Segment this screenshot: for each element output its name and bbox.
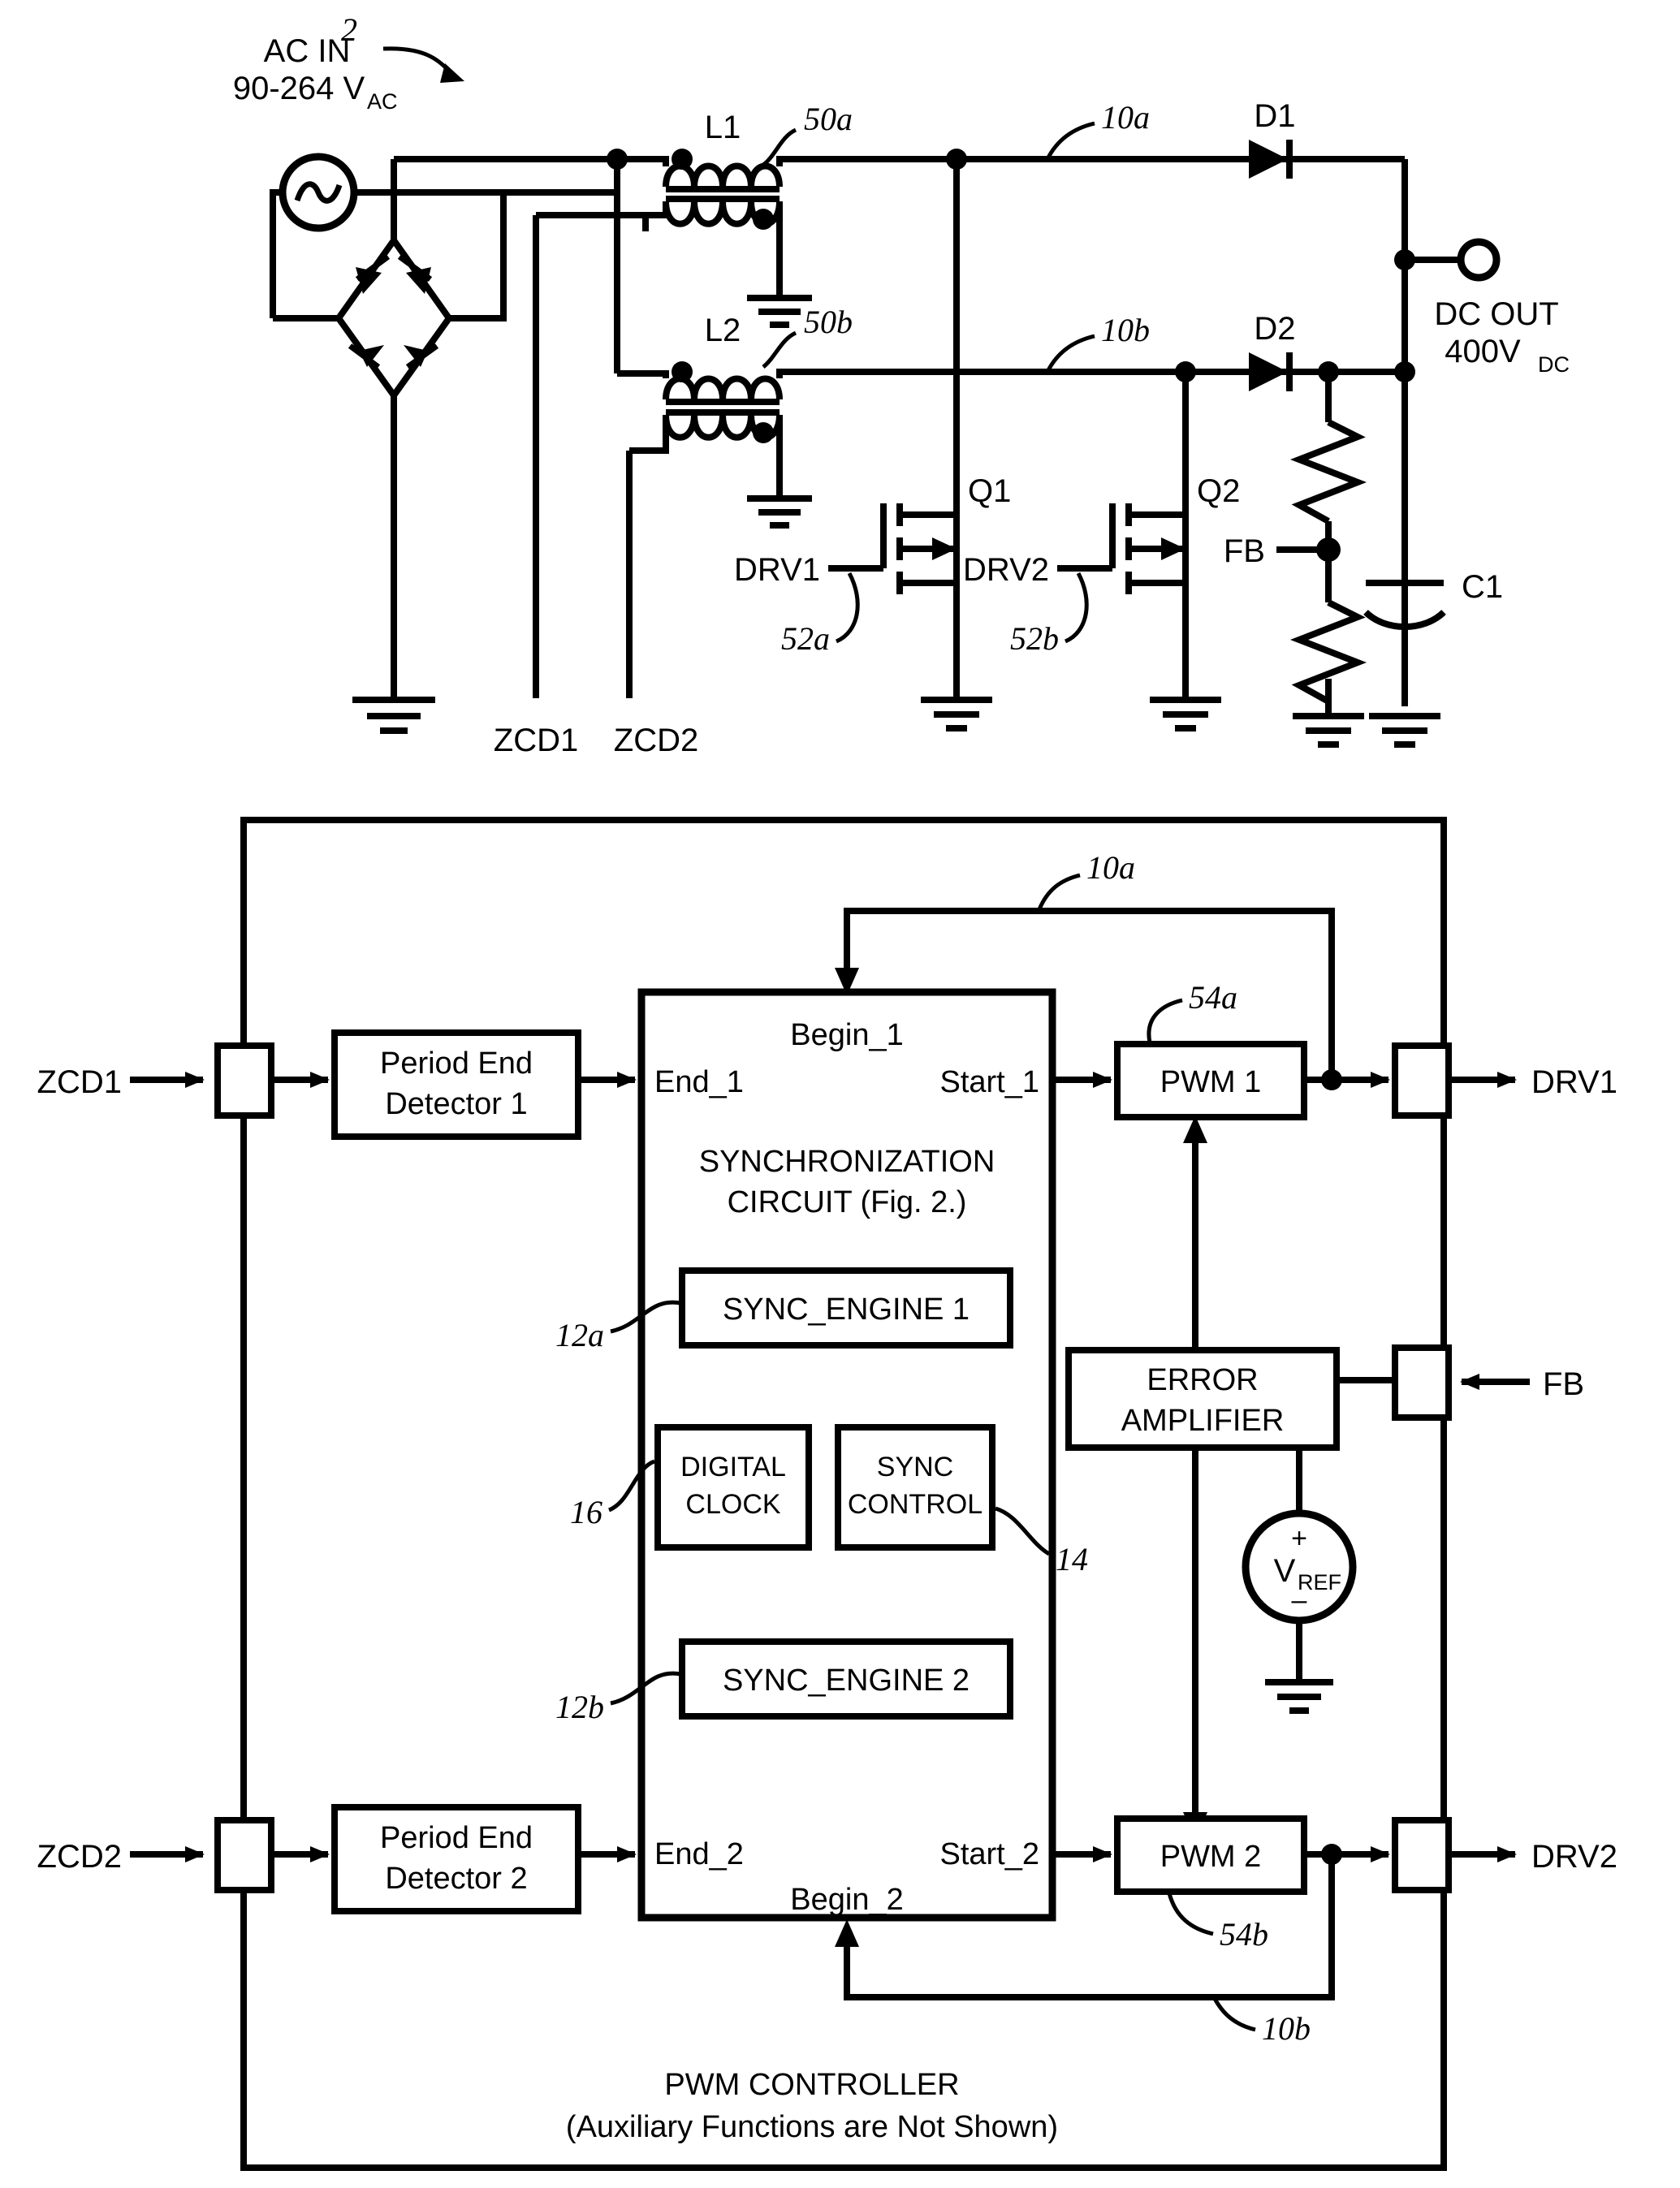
pin-pad-zcd2[interactable]: [214, 1817, 274, 1893]
pwm-controller-caption-line1: PWM CONTROLLER: [664, 2068, 959, 2102]
digital-clock-ref: 16: [570, 1494, 602, 1530]
junction-dot-10a: [946, 149, 967, 170]
fb-label: FB: [1224, 533, 1265, 569]
l2-secondary-dot-marker: [753, 422, 774, 443]
dc-out-terminal: [1457, 238, 1501, 282]
sync-control-ref: 14: [1056, 1541, 1088, 1577]
node-10b-label: 10b: [1101, 312, 1150, 348]
ac-source-icon: [279, 153, 358, 232]
ac-in-voltage: 90-264 V: [233, 71, 365, 106]
pin-label-zcd2: ZCD2: [37, 1839, 122, 1875]
pin-pad-fb[interactable]: [1392, 1344, 1452, 1421]
drv1-label-power: DRV1: [734, 552, 820, 588]
l1-dot-marker: [672, 149, 693, 170]
pwm-1-ref: 54a: [1189, 979, 1237, 1016]
detector1-label-line2: Detector 1: [385, 1087, 527, 1121]
l2-label: L2: [705, 313, 741, 348]
pin-pad-drv2[interactable]: [1392, 1817, 1452, 1893]
pin-label-zcd1: ZCD1: [37, 1064, 122, 1100]
end-2-port-label: End_2: [654, 1837, 744, 1871]
l1-secondary-dot-marker: [753, 209, 774, 230]
vref-minus-sign: –: [1292, 1585, 1307, 1616]
zcd1-label: ZCD1: [494, 723, 578, 758]
digital-clock-label-line1: DIGITAL: [680, 1452, 786, 1482]
zcd2-label: ZCD2: [614, 723, 698, 758]
digital-clock-block[interactable]: [654, 1424, 812, 1551]
d1-label: D1: [1254, 98, 1295, 134]
junction-dot-out: [1394, 249, 1415, 270]
c1-label: C1: [1462, 569, 1503, 605]
sync-engine-1-ref: 12a: [555, 1317, 604, 1353]
node-10a-label: 10a: [1101, 99, 1150, 136]
pwm-controller-caption-line2: (Auxiliary Functions are Not Shown): [566, 2110, 1058, 2144]
begin-2-port-label: Begin_2: [790, 1883, 903, 1917]
pin-pad-zcd1[interactable]: [214, 1042, 274, 1119]
l2-dot-marker: [672, 361, 693, 382]
vref-main: V: [1274, 1553, 1296, 1589]
q1-ref-label: 52a: [781, 620, 830, 657]
sync-control-label-line2: CONTROL: [848, 1489, 983, 1520]
sync-control-label-line1: SYNC: [877, 1452, 953, 1482]
d2-label: D2: [1254, 311, 1295, 347]
junction-dot-cap-top: [1394, 361, 1415, 382]
detector1-label-line1: Period End: [380, 1047, 533, 1081]
sync-control-block[interactable]: [835, 1424, 995, 1551]
end-1-port-label: End_1: [654, 1065, 744, 1099]
l2-ref-label: 50b: [804, 304, 853, 340]
drv2-label-power: DRV2: [963, 552, 1049, 588]
pin-label-drv1: DRV1: [1531, 1064, 1617, 1100]
sync-engine-2-label: SYNC_ENGINE 2: [723, 1664, 970, 1698]
error-amplifier-label-line2: AMPLIFIER: [1121, 1404, 1285, 1438]
ac-in-voltage-subscript: AC: [367, 89, 398, 114]
q2-ref-label: 52b: [1010, 620, 1059, 657]
dc-out-voltage: 400V: [1445, 334, 1521, 369]
l1-label: L1: [705, 110, 741, 145]
junction-dot-10b: [1175, 361, 1196, 382]
pin-label-fb: FB: [1543, 1366, 1584, 1402]
pin-pad-drv1[interactable]: [1392, 1042, 1452, 1119]
pwm-2-ref: 54b: [1220, 1916, 1268, 1953]
detector2-label-line2: Detector 2: [385, 1862, 527, 1896]
start-1-port-label: Start_1: [939, 1065, 1039, 1099]
q1-label: Q1: [968, 473, 1011, 509]
sync-circuit-title-line2: CIRCUIT (Fig. 2.): [728, 1185, 967, 1219]
q2-label: Q2: [1197, 473, 1240, 509]
digital-clock-label-line2: CLOCK: [685, 1489, 780, 1520]
dc-out-voltage-subscript: DC: [1538, 352, 1570, 377]
ac-in-label-line1: AC IN: [264, 33, 351, 69]
patent-figure: 2 AC IN 90-264 V AC ZCD1 ZCD2 L1 50a L2 …: [0, 0, 1680, 2188]
dc-out-label-line1: DC OUT: [1434, 296, 1558, 332]
pwm-1-label: PWM 1: [1160, 1065, 1262, 1099]
vref-plus-sign: +: [1291, 1523, 1307, 1554]
feedback-10a-label: 10a: [1086, 849, 1135, 886]
pin-label-drv2: DRV2: [1531, 1839, 1617, 1875]
junction-dot-fb: [1316, 537, 1341, 562]
begin-1-port-label: Begin_1: [790, 1018, 903, 1052]
error-amplifier-label-line1: ERROR: [1147, 1363, 1258, 1397]
sync-circuit-title-line1: SYNCHRONIZATION: [699, 1145, 995, 1179]
l1-ref-label: 50a: [804, 101, 853, 137]
sync-engine-1-label: SYNC_ENGINE 1: [723, 1293, 970, 1327]
pwm-2-label: PWM 2: [1160, 1840, 1262, 1874]
feedback-10b-label: 10b: [1262, 2010, 1311, 2047]
sync-engine-2-ref: 12b: [555, 1689, 604, 1725]
start-2-port-label: Start_2: [939, 1837, 1039, 1871]
detector2-label-line1: Period End: [380, 1821, 533, 1855]
